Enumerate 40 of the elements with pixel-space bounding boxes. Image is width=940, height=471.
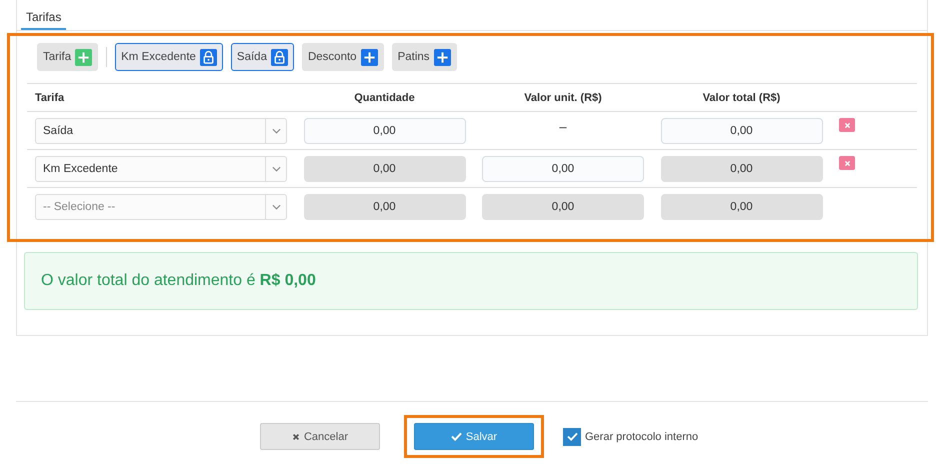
checkbox[interactable] — [563, 428, 581, 446]
input-field[interactable]: 0,00 — [304, 118, 466, 144]
cancel-button[interactable]: Cancelar — [260, 423, 380, 450]
column-header: Quantidade — [353, 92, 416, 104]
tab[interactable]: Tarifas — [21, 0, 66, 30]
tariff-select[interactable]: Km Excedente — [35, 156, 287, 182]
caret-icon — [272, 204, 280, 210]
caret-icon — [272, 128, 280, 134]
column-header: Valor unit. (R$) — [523, 92, 603, 104]
remove-button[interactable] — [839, 118, 855, 132]
input-field[interactable]: 0,00 — [660, 118, 822, 144]
close-icon — [844, 160, 850, 166]
tariff-select[interactable]: Saída — [35, 118, 287, 144]
input-field: 0,00 — [304, 194, 466, 220]
remove-button[interactable] — [839, 156, 855, 170]
input-field: 0,00 — [304, 156, 466, 182]
plus-icon — [75, 48, 92, 66]
tariff-chip[interactable]: Desconto — [302, 43, 384, 71]
tariff-chip[interactable]: Patins — [392, 43, 457, 71]
close-icon — [844, 122, 850, 128]
lock-icon — [200, 48, 217, 66]
column-header: Tarifa — [35, 92, 66, 104]
check-icon — [566, 432, 578, 441]
plus-icon — [434, 48, 451, 66]
plus-icon — [360, 48, 378, 66]
check-icon — [450, 432, 462, 441]
tariff-chip[interactable]: Saída — [230, 43, 294, 71]
total-alert: O valor total do atendimento é R$ 0,00 — [24, 252, 918, 310]
caret-icon — [272, 166, 280, 172]
tariff-chip[interactable]: Km Excedente — [115, 43, 223, 71]
close-icon — [292, 432, 300, 440]
input-field: 0,00 — [660, 156, 822, 182]
empty-value: – — [559, 119, 567, 134]
tariff-chip[interactable]: Tarifa — [37, 43, 98, 71]
column-header: Valor total (R$) — [702, 92, 782, 104]
input-field: 0,00 — [660, 194, 822, 220]
lock-icon — [270, 48, 288, 66]
checkbox-label: Gerar protocolo interno — [585, 430, 698, 442]
input-field[interactable]: 0,00 — [482, 156, 644, 182]
input-field: 0,00 — [482, 194, 644, 220]
